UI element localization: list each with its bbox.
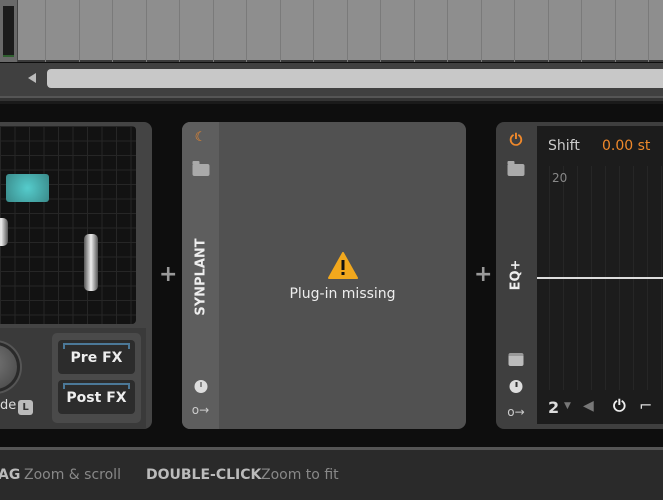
frequency-label: 20 (552, 171, 568, 185)
device-title[interactable]: EQ+ (509, 260, 524, 291)
slider-handle[interactable] (84, 234, 98, 291)
xy-pad-grid[interactable] (0, 126, 136, 324)
grid-line (279, 0, 281, 62)
grid-line (480, 0, 482, 62)
eq-curve[interactable] (537, 277, 663, 279)
horizontal-scrollbar[interactable] (0, 63, 663, 96)
hint-key: DOUBLE-CLICK (146, 467, 262, 483)
eq-display[interactable]: Shift 0.00 st 20 2 ▼ ◀ ⏻ ⌐ (537, 126, 663, 424)
pre-fx-button[interactable]: Pre FX (58, 340, 135, 374)
folder-icon[interactable] (507, 161, 525, 176)
device-controls: de L Pre FX Post FX (0, 328, 146, 429)
chevron-down-icon[interactable]: ▼ (564, 401, 571, 411)
grid-line (413, 0, 415, 62)
shift-value[interactable]: 0.00 st (602, 138, 650, 154)
grid-line (346, 0, 348, 62)
grid-line (246, 0, 247, 62)
modulation-key-badge[interactable]: L (18, 400, 33, 415)
grid-line (78, 0, 80, 62)
device-eq-plus: ⏻ EQ+ o→ Shift 0.00 st 20 2 ▼ ◀ ⏻ ⌐ (496, 122, 663, 429)
grid-line (514, 0, 515, 62)
moon-icon[interactable]: ☾ (195, 130, 207, 145)
mode-knob[interactable] (0, 342, 20, 392)
clock-icon[interactable] (194, 380, 207, 393)
add-device-button[interactable]: + (474, 262, 492, 287)
grid-line (648, 0, 649, 62)
band-power-icon[interactable]: ⏻ (613, 396, 626, 416)
shift-label: Shift (548, 138, 580, 154)
speaker-icon[interactable]: ◀ (583, 398, 594, 414)
xy-pad-handle[interactable] (6, 174, 49, 202)
key-icon[interactable]: o→ (192, 403, 209, 417)
device-title[interactable]: SYNPLANT (193, 238, 208, 315)
grid-line (45, 0, 46, 62)
grid-line (212, 0, 214, 62)
grid-line (313, 0, 314, 62)
hint-action: Zoom to fit (261, 467, 339, 483)
band-selector[interactable]: 2 (548, 398, 559, 417)
track-meter (0, 0, 18, 62)
grid-line (380, 0, 381, 62)
plugin-missing-message: Plug-in missing (289, 286, 396, 302)
window-icon[interactable] (508, 353, 524, 366)
mode-label: de (0, 398, 17, 413)
folder-icon[interactable] (192, 161, 209, 176)
device-sidebar: ⏻ EQ+ o→ (496, 122, 536, 429)
grid-line (447, 0, 448, 62)
grid-line (179, 0, 180, 62)
arranger-timeline[interactable] (0, 0, 663, 62)
scroll-left-icon[interactable] (28, 73, 36, 83)
slider-handle[interactable] (0, 218, 8, 246)
key-icon[interactable]: o→ (507, 405, 524, 419)
scrollbar-thumb[interactable] (47, 69, 663, 88)
add-device-button[interactable]: + (159, 262, 177, 287)
clock-icon[interactable] (509, 380, 523, 393)
grid-line (145, 0, 147, 62)
device-left: de L Pre FX Post FX (0, 122, 152, 429)
hint-key: AG (0, 467, 21, 483)
device-synplant: ☾ SYNPLANT o→ Plug-in missing (182, 122, 466, 429)
grid-line (581, 0, 582, 62)
grid-line (112, 0, 113, 62)
grid-line (614, 0, 616, 62)
filter-shape-icon[interactable]: ⌐ (639, 396, 652, 415)
panel-divider[interactable] (0, 96, 663, 104)
warning-icon (328, 252, 358, 279)
hint-action: Zoom & scroll (24, 467, 121, 483)
grid-line (547, 0, 549, 62)
post-fx-button[interactable]: Post FX (58, 380, 135, 414)
status-bar: AG Zoom & scroll DOUBLE-CLICK Zoom to fi… (0, 447, 663, 500)
power-icon[interactable]: ⏻ (510, 130, 523, 150)
device-sidebar: ☾ SYNPLANT o→ (182, 122, 219, 429)
